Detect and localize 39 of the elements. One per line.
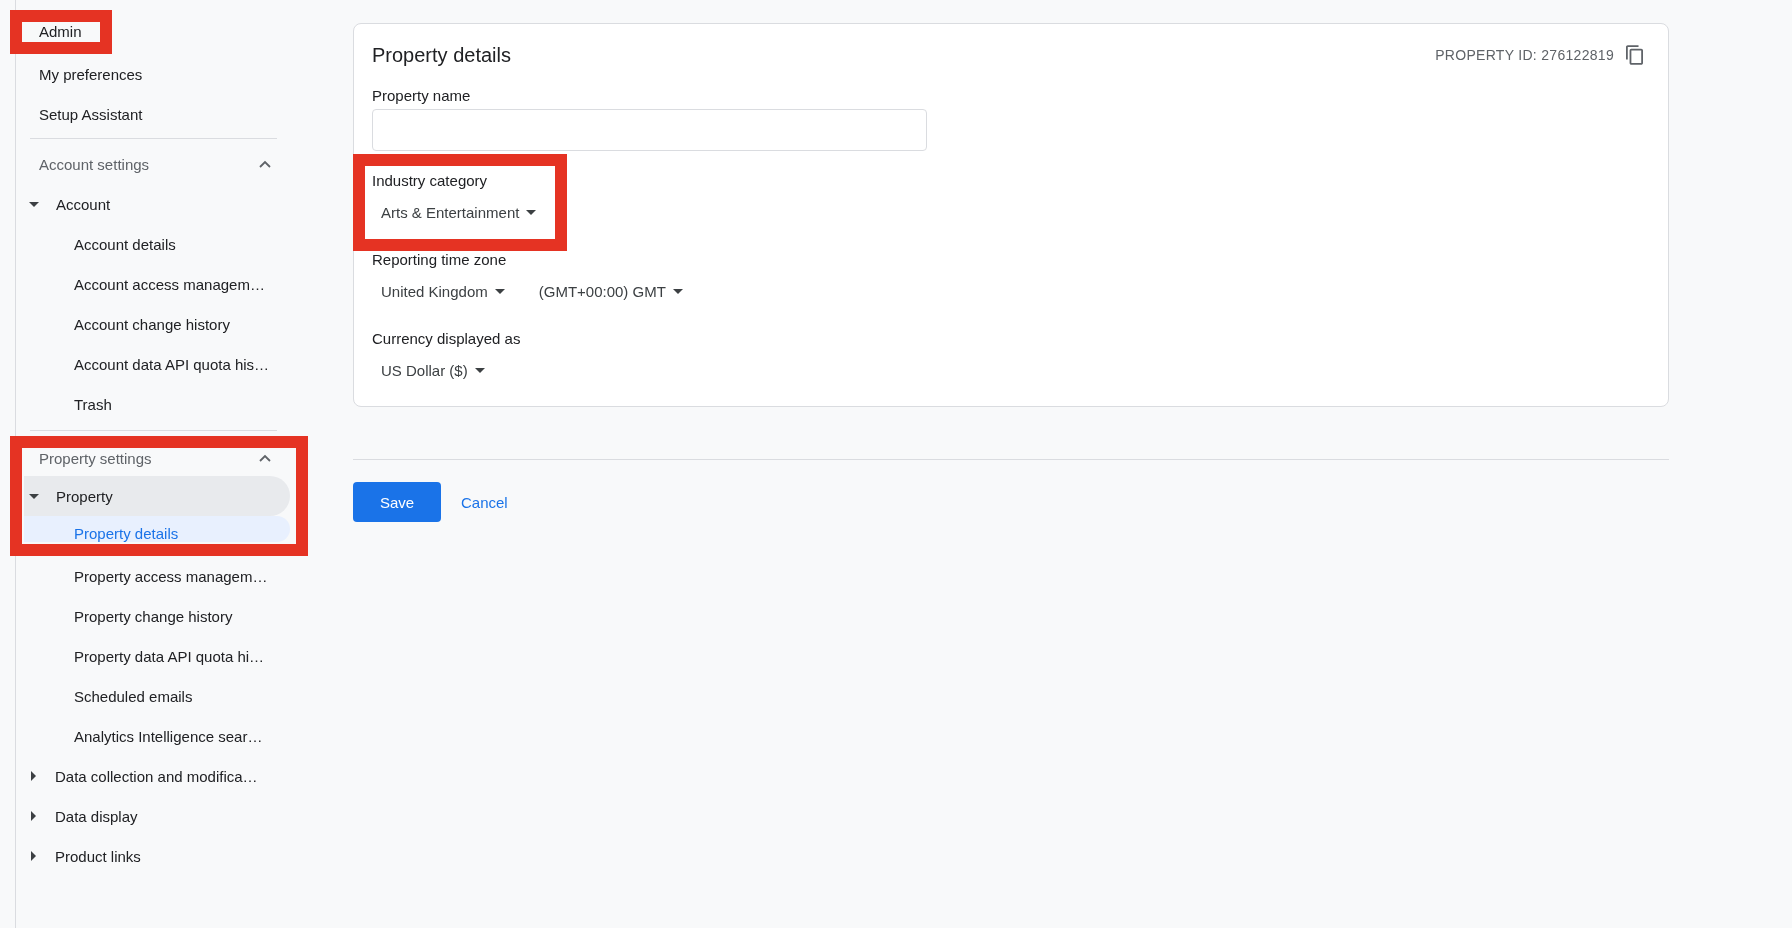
sidebar-item[interactable]: Setup Assistant xyxy=(16,94,155,134)
sidebar-group[interactable]: Product links xyxy=(16,836,290,876)
sidebar-item[interactable]: Account data API quota his… xyxy=(16,344,290,384)
dropdown[interactable]: (GMT+00:00) GMT xyxy=(529,273,692,309)
sidebar-item[interactable]: Account access managem… xyxy=(16,264,290,304)
field-label: Property name xyxy=(372,86,471,106)
sidebar-item[interactable]: Trash xyxy=(16,384,290,424)
caret-down-icon xyxy=(672,288,683,294)
caret-down-icon xyxy=(474,367,485,373)
sidebar-item[interactable]: Property data API quota hi… xyxy=(16,636,290,676)
sidebar-item[interactable]: My preferences xyxy=(16,54,155,94)
sidebar-group[interactable]: Data collection and modifica… xyxy=(16,756,290,796)
sidebar-item[interactable]: Account details xyxy=(16,224,290,264)
caret-down-icon xyxy=(494,288,505,294)
sidebar-item[interactable]: Analytics Intelligence sear… xyxy=(16,716,290,756)
sidebar-group[interactable]: Account xyxy=(16,184,290,224)
card-title: Property details xyxy=(372,43,511,68)
sidebar-item[interactable]: Property details xyxy=(24,516,290,542)
copy-icon[interactable] xyxy=(1626,45,1643,65)
primary-button[interactable]: Save xyxy=(353,482,441,522)
dropdown[interactable]: Arts & Entertainment xyxy=(372,194,546,230)
field-label: Reporting time zone xyxy=(372,250,507,270)
sidebar-item[interactable]: Admin xyxy=(24,23,94,41)
sidebar-group[interactable]: Data display xyxy=(16,796,290,836)
sidebar-item[interactable]: Property change history xyxy=(16,596,290,636)
dropdown[interactable]: United Kingdom xyxy=(372,273,514,309)
field-label: Currency displayed as xyxy=(372,329,521,349)
sidebar-item[interactable]: Account change history xyxy=(16,304,290,344)
dropdown[interactable]: US Dollar ($) xyxy=(372,352,494,388)
caret-down-icon xyxy=(526,209,537,215)
sidebar-group[interactable]: Property xyxy=(24,476,290,516)
input-field[interactable] xyxy=(372,109,927,151)
section-header[interactable]: Account settings xyxy=(16,144,290,184)
section-header[interactable]: Property settings xyxy=(24,450,290,476)
field-label: Industry category xyxy=(372,171,488,191)
sidebar-item[interactable]: Scheduled emails xyxy=(16,676,290,716)
property-id: PROPERTY ID: 276122819 xyxy=(1435,47,1614,63)
text-button[interactable]: Cancel xyxy=(453,482,516,522)
sidebar-item[interactable]: Property access managem… xyxy=(16,556,290,596)
